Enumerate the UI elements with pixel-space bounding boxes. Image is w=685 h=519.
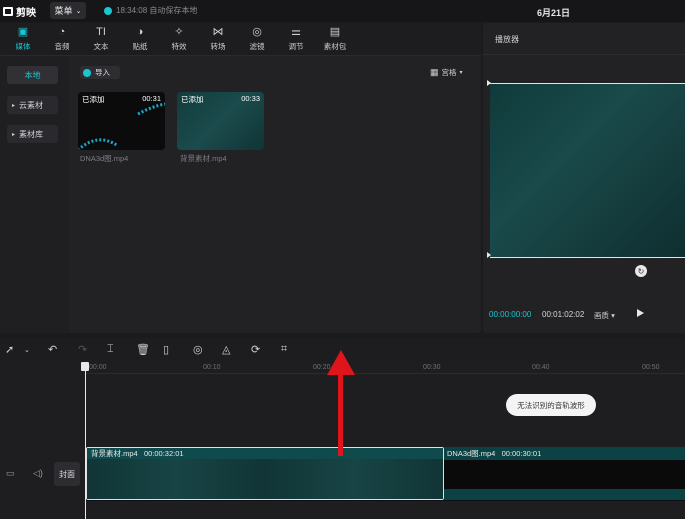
ruler-label: 00:30 xyxy=(423,364,441,371)
crop-handle[interactable] xyxy=(487,80,491,86)
add-icon xyxy=(83,68,91,77)
select-tool-icon[interactable]: ➚ xyxy=(5,343,14,356)
current-time: 00:00:00:00 xyxy=(489,310,532,319)
clip-frames xyxy=(87,459,443,499)
redo-icon[interactable]: ↷ xyxy=(78,343,87,356)
app-logo: 剪映 xyxy=(3,4,36,19)
tab-sticker[interactable]: ◑ 贴纸 xyxy=(121,25,159,55)
tab-text[interactable]: TI 文本 xyxy=(82,25,120,55)
tab-label: 滤镜 xyxy=(249,42,265,51)
divider xyxy=(483,54,685,55)
total-time: 00:01:02:02 xyxy=(542,310,585,319)
mirror-icon[interactable]: ◬ xyxy=(222,343,230,356)
menu-button[interactable]: 菜单 ⌄ xyxy=(50,2,86,19)
media-panel xyxy=(0,23,481,333)
tab-label: 文本 xyxy=(93,42,109,51)
playhead-handle[interactable] xyxy=(81,362,89,371)
sidebar-item-cloud[interactable]: ▸ 云素材 xyxy=(7,96,58,114)
chevron-down-icon[interactable]: ⌄ xyxy=(24,346,30,354)
tab-package[interactable]: ▤ 素材包 xyxy=(316,25,354,55)
clip-frames xyxy=(444,489,685,500)
tab-transition[interactable]: ⋈ 转场 xyxy=(199,25,237,55)
split-icon[interactable]: ⌶ xyxy=(107,343,114,356)
transition-icon: ⋈ xyxy=(212,26,224,38)
tab-filter[interactable]: ◎ 滤镜 xyxy=(238,25,276,55)
tab-audio[interactable]: ◔ 音频 xyxy=(43,25,81,55)
top-bar xyxy=(0,0,685,22)
mute-icon[interactable]: ◁) xyxy=(33,468,43,479)
ruler-label: 00:10 xyxy=(203,364,221,371)
media-sidebar: 本地 ▸ 云素材 ▸ 素材库 xyxy=(0,56,69,333)
media-clip[interactable]: 已添加 00:31 xyxy=(78,92,165,150)
import-button[interactable]: 导入 xyxy=(80,66,120,79)
reverse-icon[interactable]: ◎ xyxy=(193,343,203,356)
crop-icon[interactable]: ⌗ xyxy=(281,343,287,356)
sticker-icon: ◑ xyxy=(136,26,144,38)
undo-icon[interactable]: ↶ xyxy=(48,343,57,356)
app-name: 剪映 xyxy=(16,8,36,19)
ruler xyxy=(86,373,685,374)
save-status: 18:34:08 自动保存本地 xyxy=(104,5,197,16)
logo-icon xyxy=(3,7,13,16)
ruler-label: 00:00 xyxy=(89,364,107,371)
cover-button[interactable]: 封面 xyxy=(54,462,80,486)
play-icon[interactable] xyxy=(637,309,644,317)
tab-bar: ▣ 媒体 ◔ 音频 TI 文本 ◑ 贴纸 ✧ 特效 ⋈ 转场 ◎ 滤镜 ⚌ 调节 ▤ 素材包 xyxy=(0,23,481,56)
project-title: 6月21日 xyxy=(537,8,571,18)
tab-label: 媒体 xyxy=(15,42,31,51)
clip-filename: DNA3d图.mp4 xyxy=(80,154,129,163)
ruler-label: 00:50 xyxy=(642,364,660,371)
view-mode-button[interactable]: ▦ 宫格 ▾ xyxy=(430,67,463,78)
rotate-tool-icon[interactable]: ⟳ xyxy=(251,343,260,356)
chevron-down-icon: ⌄ xyxy=(75,7,82,15)
tab-label: 贴纸 xyxy=(132,42,148,51)
effects-icon: ✧ xyxy=(174,26,184,38)
tab-label: 调节 xyxy=(288,42,304,51)
playhead[interactable] xyxy=(85,364,86,519)
ruler-label: 00:40 xyxy=(532,364,550,371)
delete-icon[interactable]: 🗑 xyxy=(136,343,150,356)
filter-icon: ◎ xyxy=(252,26,262,38)
media-clip[interactable]: 已添加 00:33 xyxy=(177,92,264,150)
tab-label: 转场 xyxy=(210,42,226,51)
crop-handle[interactable] xyxy=(487,252,491,258)
grid-icon: ▦ xyxy=(430,67,439,77)
arrow-head-icon xyxy=(327,350,355,375)
quality-dropdown[interactable]: 画质 ▾ xyxy=(594,310,615,321)
check-icon xyxy=(104,6,112,15)
tab-media[interactable]: ▣ 媒体 xyxy=(4,25,42,55)
timeline-clip[interactable]: DNA3d图.mp4 00:00:30:01 xyxy=(444,447,685,500)
text-icon: TI xyxy=(96,26,106,38)
clip-header: 背景素材.mp4 00:00:32:01 xyxy=(87,448,443,459)
tab-adjust[interactable]: ⚌ 调节 xyxy=(277,25,315,55)
added-badge: 已添加 xyxy=(181,95,204,104)
rotate-icon[interactable]: ↻ xyxy=(635,265,647,277)
freeze-icon[interactable]: ▯ xyxy=(163,343,169,356)
media-icon: ▣ xyxy=(17,26,29,38)
tab-label: 特效 xyxy=(171,42,187,51)
clip-duration: 00:33 xyxy=(241,94,260,103)
player-title: 播放器 xyxy=(495,35,519,44)
tab-label: 音频 xyxy=(54,42,70,51)
timeline-clip-selected[interactable]: 背景素材.mp4 00:00:32:01 xyxy=(86,447,444,500)
package-icon: ▤ xyxy=(329,26,341,38)
annotation-arrow xyxy=(338,372,343,456)
video-preview[interactable] xyxy=(490,83,685,258)
tab-label: 素材包 xyxy=(323,42,347,51)
sidebar-item-library[interactable]: ▸ 素材库 xyxy=(7,125,58,143)
toast-message: 无法识别的音轨波形 xyxy=(506,394,596,416)
adjust-icon: ⚌ xyxy=(291,26,301,38)
added-badge: 已添加 xyxy=(82,95,105,104)
track-video-icon[interactable]: ▭ xyxy=(6,468,15,479)
clip-duration: 00:31 xyxy=(142,94,161,103)
audio-icon: ◔ xyxy=(58,26,66,38)
tab-effects[interactable]: ✧ 特效 xyxy=(160,25,198,55)
sidebar-item-local[interactable]: 本地 xyxy=(7,66,58,84)
clip-header: DNA3d图.mp4 00:00:30:01 xyxy=(444,447,685,460)
clip-filename: 背景素材.mp4 xyxy=(180,154,227,163)
